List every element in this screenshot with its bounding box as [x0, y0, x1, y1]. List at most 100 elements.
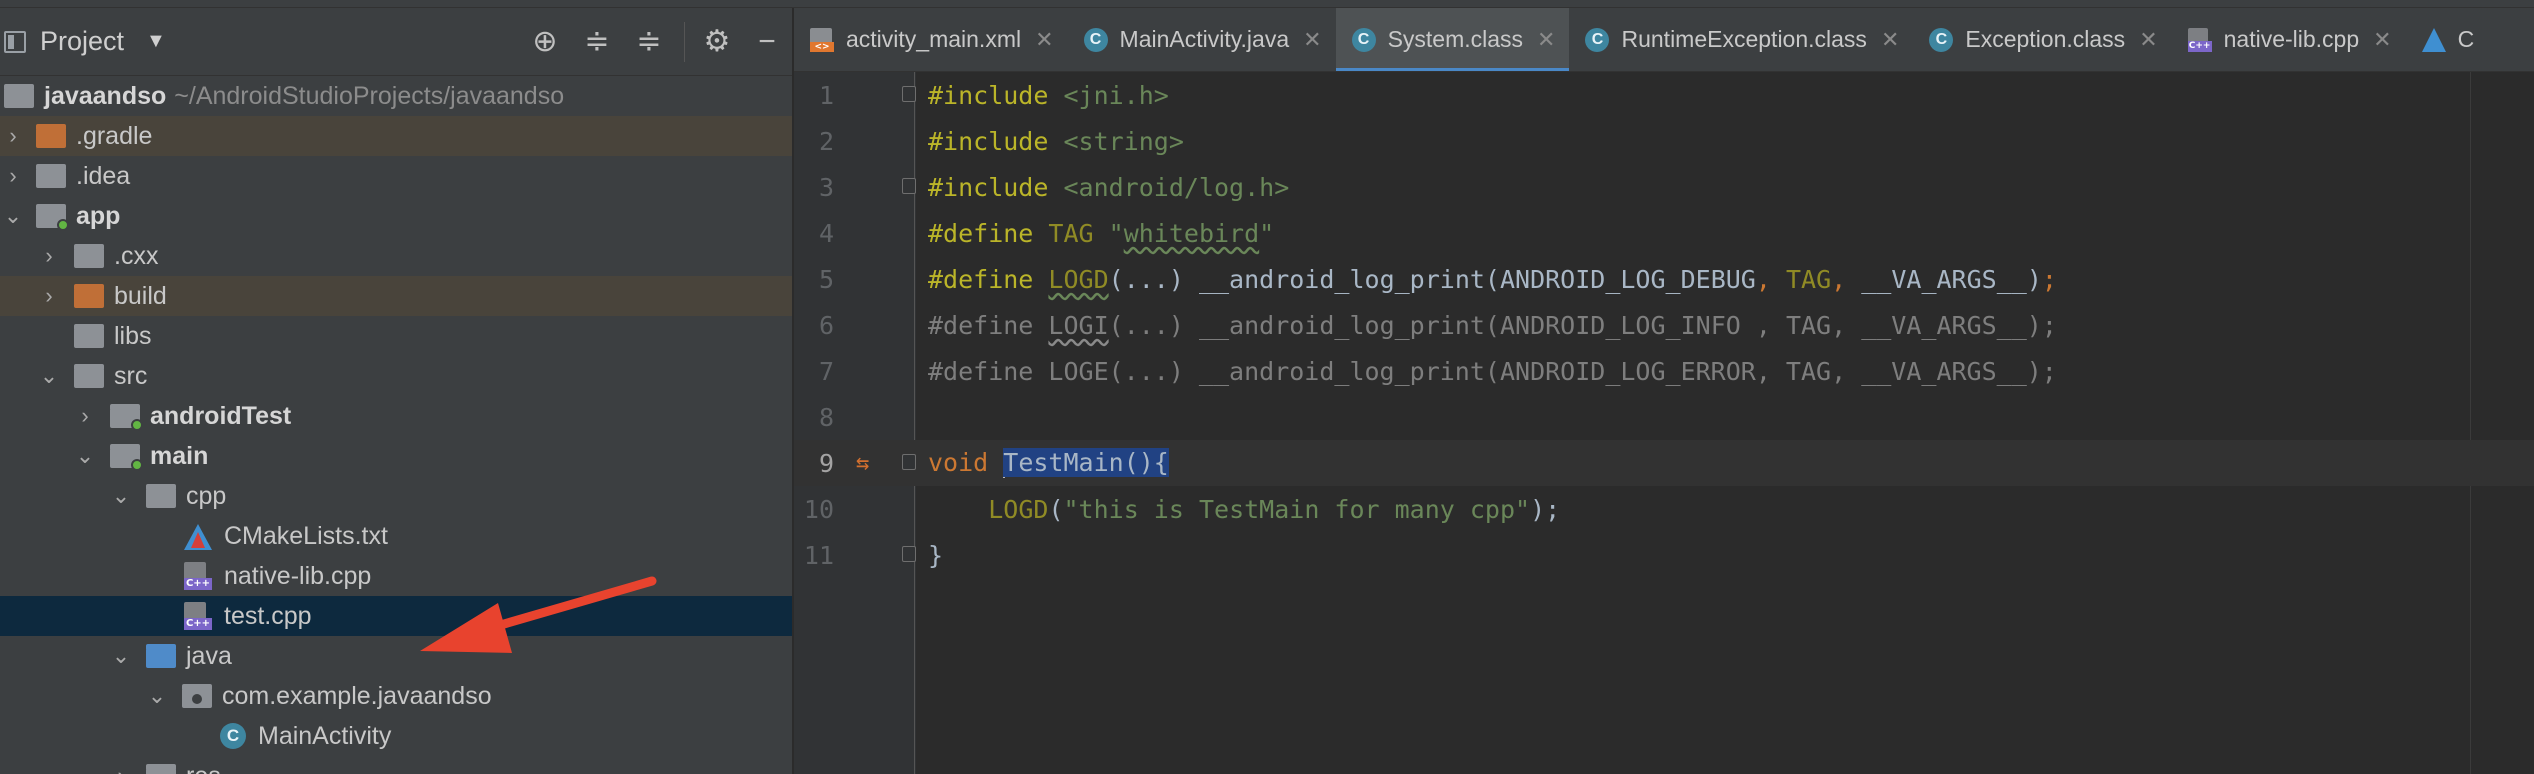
- tab-label: native-lib.cpp: [2223, 26, 2360, 52]
- class-icon: C: [1929, 27, 1954, 52]
- code-text: #include <jni.h>: [928, 80, 1169, 110]
- tab-label: activity_main.xml: [846, 26, 1022, 52]
- code-text: }: [928, 540, 944, 570]
- chevron-right-icon[interactable]: ›: [38, 285, 60, 307]
- chevron-down-icon[interactable]: ⌄: [110, 645, 132, 667]
- tab-label: RuntimeException.class: [1621, 26, 1867, 52]
- module-folder-icon: [36, 204, 69, 231]
- chevron-right-icon[interactable]: ›: [110, 765, 132, 774]
- line-number: 5: [818, 264, 834, 294]
- chevron-right-icon[interactable]: ›: [38, 245, 60, 267]
- toolbar-divider: [684, 22, 685, 62]
- fold-marker-icon[interactable]: [902, 86, 916, 102]
- tree-row-cxx[interactable]: › .cxx: [0, 236, 792, 276]
- close-icon[interactable]: ✕: [2373, 27, 2391, 53]
- tree-label: com.example.javaandso: [222, 681, 492, 710]
- module-folder-icon: [4, 84, 34, 108]
- project-panel-title[interactable]: Project: [40, 26, 124, 57]
- line-number: 3: [818, 172, 834, 202]
- minimize-icon[interactable]: −: [750, 25, 784, 59]
- tree-label: main: [150, 441, 209, 470]
- tree-row-app[interactable]: ⌄ app: [0, 196, 792, 236]
- tab-system-class[interactable]: C System.class ✕: [1335, 8, 1570, 71]
- chevron-right-icon[interactable]: ›: [2, 125, 24, 147]
- navigate-to-declaration-icon[interactable]: ⇆: [856, 451, 869, 476]
- code-line: 2 #include <string>: [794, 118, 2534, 164]
- project-panel-header: Project ▼ ⊕ ≑ ≑ ⚙ −: [0, 8, 792, 76]
- tree-label: javaandso: [44, 81, 167, 110]
- code-line: 6 #define LOGI(...) __android_log_print(…: [794, 302, 2534, 348]
- class-icon: C: [220, 723, 246, 749]
- selected-text: TestMain: [1003, 448, 1124, 477]
- chevron-down-icon[interactable]: ⌄: [110, 485, 132, 507]
- chevron-down-icon[interactable]: ⌄: [146, 685, 168, 707]
- code-line-current: 9 ⇆ void TestMain(){: [794, 440, 2534, 486]
- code-text: void TestMain(){: [928, 448, 1169, 478]
- tree-row-cmakelists[interactable]: CMakeLists.txt: [0, 516, 792, 556]
- class-icon: C: [1351, 27, 1376, 52]
- tree-label: cpp: [186, 481, 227, 510]
- chevron-down-icon[interactable]: ⌄: [74, 445, 96, 467]
- locate-icon[interactable]: ⊕: [528, 25, 562, 59]
- tree-row-java[interactable]: ⌄ java: [0, 636, 792, 676]
- folder-icon: [146, 764, 176, 774]
- project-path: ~/AndroidStudioProjects/javaandso: [174, 81, 565, 110]
- chevron-right-icon[interactable]: ›: [74, 405, 96, 427]
- chevron-down-icon[interactable]: ⌄: [2, 205, 24, 227]
- tree-row-idea[interactable]: › .idea: [0, 156, 792, 196]
- cmake-file-icon: [184, 522, 212, 550]
- tab-label: C: [2457, 26, 2475, 52]
- expand-all-icon[interactable]: ≑: [580, 25, 614, 59]
- tree-row-build[interactable]: › build: [0, 276, 792, 316]
- line-number: 11: [803, 540, 834, 570]
- tree-row-gradle[interactable]: › .gradle: [0, 116, 792, 156]
- line-number: 6: [818, 310, 834, 340]
- code-line: 1 #include <jni.h>: [794, 72, 2534, 118]
- source-folder-icon: [110, 444, 143, 471]
- tab-runtimeexception-class[interactable]: C RuntimeException.class ✕: [1569, 8, 1913, 71]
- code-text: #include <android/log.h>: [928, 172, 1290, 202]
- fold-marker-icon[interactable]: [902, 546, 916, 562]
- chevron-down-icon[interactable]: ▼: [146, 30, 166, 53]
- chevron-right-icon[interactable]: ›: [2, 165, 24, 187]
- line-number: 7: [818, 356, 834, 386]
- collapse-all-icon[interactable]: ≑: [632, 25, 666, 59]
- tab-native-lib-cpp[interactable]: C++ native-lib.cpp ✕: [2172, 8, 2406, 71]
- gear-icon[interactable]: ⚙: [700, 25, 734, 59]
- close-icon[interactable]: ✕: [1303, 27, 1321, 53]
- tab-label: MainActivity.java: [1119, 26, 1290, 52]
- tree-row-native-lib[interactable]: C++ native-lib.cpp: [0, 556, 792, 596]
- tree-row-main[interactable]: ⌄ main: [0, 436, 792, 476]
- editor-panel: <> activity_main.xml ✕ C MainActivity.ja…: [794, 8, 2534, 774]
- tree-row-cpp[interactable]: ⌄ cpp: [0, 476, 792, 516]
- tree-row-libs[interactable]: libs: [0, 316, 792, 356]
- close-icon[interactable]: ✕: [2139, 27, 2157, 53]
- tree-label: androidTest: [150, 401, 292, 430]
- tree-label: src: [114, 361, 148, 390]
- code-line: 11 }: [794, 532, 2534, 578]
- line-number: 9: [818, 448, 834, 478]
- tree-row-src[interactable]: ⌄ src: [0, 356, 792, 396]
- tree-label: native-lib.cpp: [224, 561, 372, 590]
- cpp-file-icon: C++: [184, 602, 212, 630]
- tab-activity-main-xml[interactable]: <> activity_main.xml ✕: [794, 8, 1068, 71]
- close-icon[interactable]: ✕: [1035, 27, 1053, 53]
- tree-row-mainactivity[interactable]: C MainActivity: [0, 716, 792, 756]
- code-text: #define LOGE(...) __android_log_print(AN…: [928, 356, 2057, 386]
- close-icon[interactable]: ✕: [1537, 27, 1555, 53]
- tree-row-test-cpp[interactable]: C++ test.cpp: [0, 596, 792, 636]
- tree-row-package[interactable]: ⌄ com.example.javaandso: [0, 676, 792, 716]
- editor-tab-bar: <> activity_main.xml ✕ C MainActivity.ja…: [794, 8, 2534, 72]
- tab-cmakelists-partial[interactable]: C: [2406, 8, 2489, 71]
- tab-exception-class[interactable]: C Exception.class ✕: [1913, 8, 2171, 71]
- chevron-down-icon[interactable]: ⌄: [38, 365, 60, 387]
- fold-marker-icon[interactable]: [902, 454, 916, 470]
- fold-marker-icon[interactable]: [902, 178, 916, 194]
- tree-row-javaandso[interactable]: javaandso ~/AndroidStudioProjects/javaan…: [0, 76, 792, 116]
- close-icon[interactable]: ✕: [1881, 27, 1899, 53]
- tree-row-res[interactable]: › res: [0, 756, 792, 774]
- tree-row-androidtest[interactable]: › androidTest: [0, 396, 792, 436]
- code-line: 3 #include <android/log.h>: [794, 164, 2534, 210]
- folder-icon: [146, 484, 176, 508]
- tab-mainactivity-java[interactable]: C MainActivity.java ✕: [1068, 8, 1336, 71]
